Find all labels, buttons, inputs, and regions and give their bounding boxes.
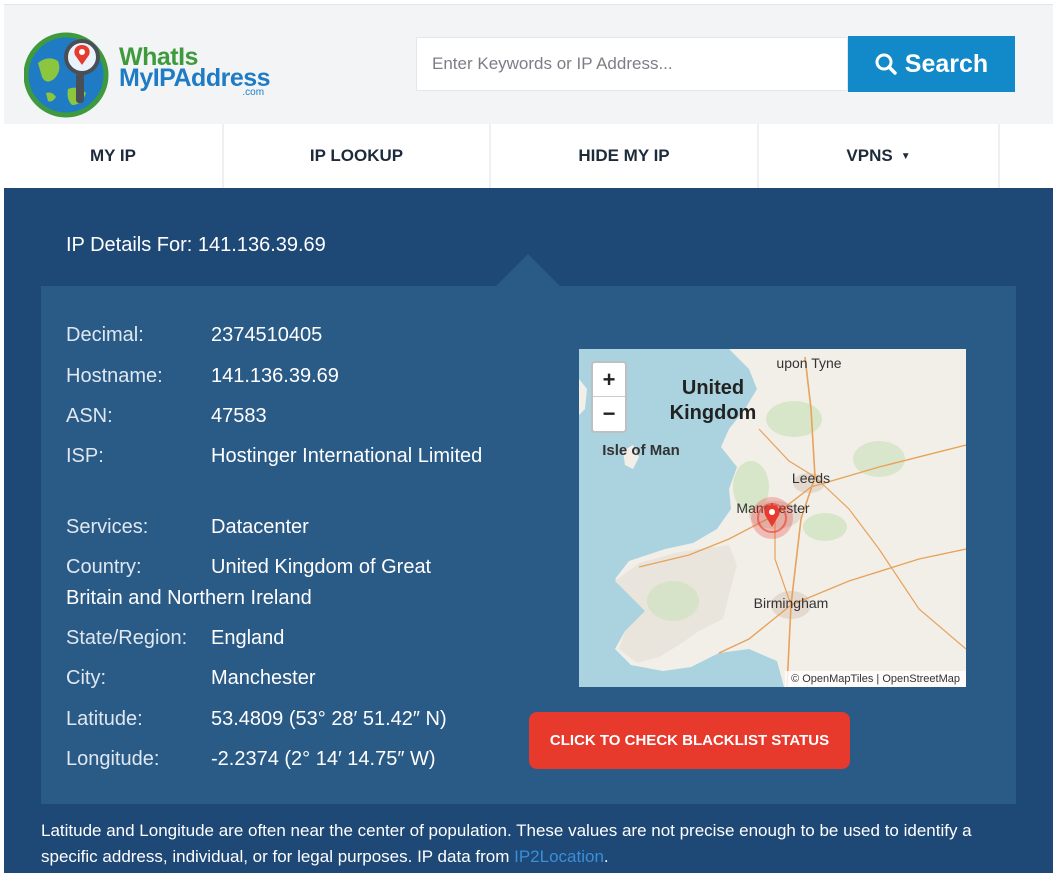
- check-blacklist-button[interactable]: CLICK TO CHECK BLACKLIST STATUS: [529, 712, 850, 769]
- detail-key: State/Region:: [66, 627, 188, 649]
- detail-key: Country:: [66, 556, 142, 578]
- detail-row-isp: ISP: Hostinger International Limited: [66, 441, 486, 472]
- main-nav: MY IP IP LOOKUP HIDE MY IP VPNS ▼: [4, 124, 1053, 188]
- logo-wordmark: WhatIs MyIPAddress .com: [119, 45, 271, 98]
- disclaimer-end: .: [603, 847, 609, 866]
- map-attribution[interactable]: © OpenMapTiles | OpenStreetMap: [785, 671, 966, 687]
- nav-item-hide-my-ip[interactable]: HIDE MY IP: [491, 124, 759, 188]
- map-zoom-controls: + −: [591, 361, 627, 433]
- detail-key: Services:: [66, 516, 149, 538]
- ip2location-link[interactable]: IP2Location: [514, 847, 604, 866]
- detail-value: Hostinger International Limited: [211, 445, 483, 467]
- nav-item-label: IP LOOKUP: [309, 146, 404, 165]
- map-label-kingdom: Kingdom: [670, 402, 757, 424]
- panel-pointer: [496, 254, 560, 286]
- detail-value: Manchester: [211, 667, 316, 689]
- detail-row-services: Services: Datacenter: [66, 512, 486, 543]
- globe-magnifier-icon: [23, 32, 109, 118]
- map-label-leeds: Leeds: [792, 470, 830, 486]
- detail-row-decimal: Decimal: 2374510405: [66, 320, 486, 351]
- search-icon: [875, 53, 897, 75]
- detail-row-city: City: Manchester: [66, 663, 486, 694]
- site-logo[interactable]: WhatIs MyIPAddress .com: [23, 27, 294, 123]
- ip-details-section: IP Details For: 141.136.39.69 Decimal: 23…: [4, 188, 1053, 873]
- nav-item-my-ip[interactable]: MY IP: [4, 124, 224, 188]
- detail-key: Latitude:: [66, 708, 143, 730]
- location-map[interactable]: upon Tyne United Kingdom Isle of Man Lee…: [579, 349, 966, 687]
- disclaimer-text: Latitude and Longitude are often near th…: [41, 821, 972, 866]
- detail-key: City:: [66, 667, 106, 689]
- search-input[interactable]: [416, 37, 848, 91]
- detail-value: -2.2374 (2° 14′ 14.75″ W): [211, 748, 436, 770]
- detail-row-hostname: Hostname: 141.136.39.69: [66, 361, 486, 392]
- search-button[interactable]: Search: [848, 36, 1015, 92]
- detail-row-longitude: Longitude: -2.2374 (2° 14′ 14.75″ W): [66, 744, 486, 775]
- dropdown-caret-icon: ▼: [900, 150, 911, 162]
- zoom-out-button[interactable]: −: [593, 397, 625, 431]
- detail-row-state: State/Region: England: [66, 623, 486, 654]
- search-button-label: Search: [904, 49, 989, 78]
- detail-value: 47583: [211, 405, 267, 427]
- detail-value: England: [211, 627, 285, 649]
- detail-key: ISP:: [66, 445, 104, 467]
- nav-item-more: [1000, 124, 1053, 188]
- nav-item-label: HIDE MY IP: [578, 146, 670, 165]
- nav-item-ip-lookup[interactable]: IP LOOKUP: [224, 124, 491, 188]
- nav-item-vpns[interactable]: VPNS ▼: [759, 124, 1000, 188]
- logo-line-2: MyIPAddress: [119, 63, 271, 92]
- detail-value: Datacenter: [211, 516, 309, 538]
- detail-key: Hostname:: [66, 365, 163, 387]
- detail-value: 141.136.39.69: [211, 365, 339, 387]
- nav-item-label: MY IP: [90, 146, 136, 165]
- detail-value: 53.4809 (53° 28′ 51.42″ N): [211, 708, 447, 730]
- detail-key: Decimal:: [66, 324, 144, 346]
- map-label-united: United: [682, 377, 744, 399]
- map-tiles: upon Tyne United Kingdom Isle of Man Lee…: [579, 349, 966, 687]
- detail-key: Longitude:: [66, 748, 160, 770]
- detail-row-latitude: Latitude: 53.4809 (53° 28′ 51.42″ N): [66, 704, 486, 735]
- map-label-isle-of-man: Isle of Man: [602, 442, 680, 459]
- map-label-birmingham: Birmingham: [754, 595, 829, 611]
- disclaimer-note: Latitude and Longitude are often near th…: [41, 818, 1001, 870]
- detail-row-country: Country: United Kingdom of Great Britain …: [66, 552, 486, 614]
- nav-item-label: VPNS: [846, 146, 893, 165]
- detail-row-asn: ASN: 47583: [66, 401, 486, 432]
- detail-value: 2374510405: [211, 324, 323, 346]
- zoom-in-button[interactable]: +: [593, 363, 625, 397]
- detail-key: ASN:: [66, 405, 113, 427]
- details-panel: Decimal: 2374510405 Hostname: 141.136.39.6…: [41, 286, 1016, 804]
- map-label-upon-tyne: upon Tyne: [776, 355, 841, 371]
- page-title: IP Details For: 141.136.39.69: [66, 234, 326, 256]
